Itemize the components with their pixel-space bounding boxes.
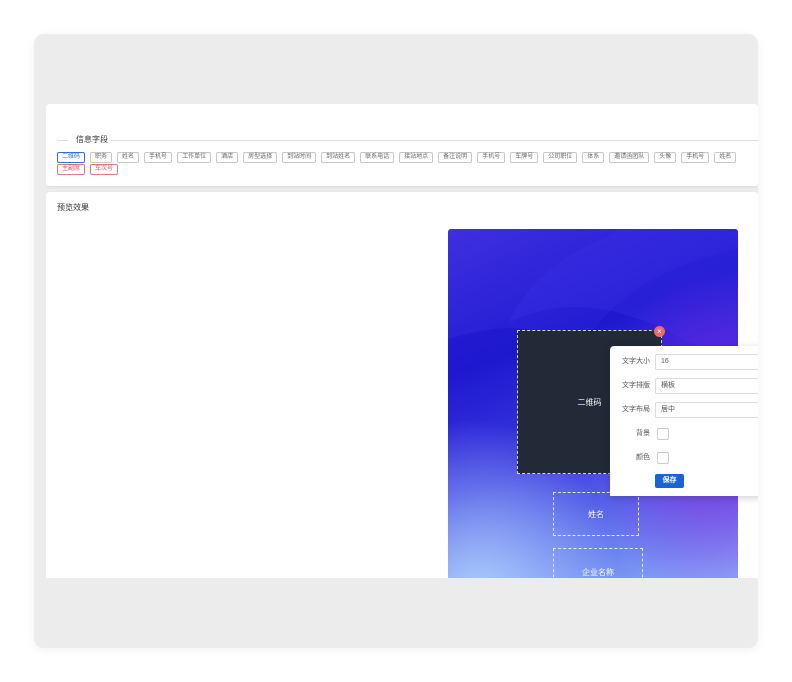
name-label: 姓名 bbox=[588, 510, 604, 519]
text-align-row: 文字布局 居中 bbox=[610, 402, 758, 418]
field-tag[interactable]: 二维码 bbox=[57, 152, 86, 163]
background-label: 背景 bbox=[636, 430, 650, 437]
text-layout-row: 文字排版 横板 bbox=[610, 378, 758, 394]
field-tag[interactable]: 备注说明 bbox=[438, 152, 473, 163]
element-settings-popup: 文字大小 16 文字排版 横板 文字布局 居中 背景 颜色 保存 bbox=[610, 346, 758, 496]
close-icon[interactable]: × bbox=[654, 326, 665, 337]
field-tag[interactable]: 体系 bbox=[582, 152, 605, 163]
field-tag[interactable]: 到站姓名 bbox=[321, 152, 356, 163]
fields-section-title: 信息字段 bbox=[46, 134, 758, 146]
company-element[interactable]: 企业名称 bbox=[553, 548, 643, 578]
field-tag[interactable]: 主副席 bbox=[57, 164, 86, 175]
color-row: 颜色 bbox=[610, 450, 758, 466]
font-size-label: 文字大小 bbox=[622, 358, 650, 365]
field-tag[interactable]: 手机号 bbox=[477, 152, 506, 163]
field-tag[interactable]: 酒店 bbox=[216, 152, 239, 163]
screen: 信息字段 二维码 职务 姓名 手机号 工作单位 酒店 房型选择 到站时间 到站姓名 联系电话 接站地… bbox=[46, 104, 758, 578]
window-frame: 信息字段 二维码 职务 姓名 手机号 工作单位 酒店 房型选择 到站时间 到站姓名 联系电话 接站地… bbox=[34, 34, 758, 648]
field-tag[interactable]: 头像 bbox=[654, 152, 677, 163]
color-label: 颜色 bbox=[636, 454, 650, 461]
fields-panel: 信息字段 二维码 职务 姓名 手机号 工作单位 酒店 房型选择 到站时间 到站姓名 联系电话 接站地… bbox=[46, 104, 758, 186]
field-tag[interactable]: 姓名 bbox=[117, 152, 140, 163]
field-tag[interactable]: 房型选择 bbox=[243, 152, 278, 163]
text-color-picker[interactable] bbox=[657, 452, 669, 464]
field-tag[interactable]: 手机号 bbox=[144, 152, 173, 163]
fields-title: 信息字段 bbox=[76, 135, 108, 144]
background-color-picker[interactable] bbox=[657, 428, 669, 440]
text-align-select[interactable]: 居中 bbox=[655, 402, 758, 418]
company-label: 企业名称 bbox=[582, 568, 614, 577]
save-button[interactable]: 保存 bbox=[655, 474, 684, 488]
field-tag[interactable]: 职务 bbox=[90, 152, 113, 163]
field-tag[interactable]: 车牌号 bbox=[510, 152, 539, 163]
background-row: 背景 bbox=[610, 426, 758, 442]
field-tags-row-2: 主副席 车次号 bbox=[57, 164, 123, 175]
field-tag[interactable]: 公司职位 bbox=[543, 152, 578, 163]
field-tag[interactable]: 车次号 bbox=[90, 164, 119, 175]
field-tag[interactable]: 姓名 bbox=[714, 152, 737, 163]
field-tag[interactable]: 邀请函团队 bbox=[609, 152, 650, 163]
field-tag[interactable]: 手机号 bbox=[681, 152, 710, 163]
font-size-input[interactable]: 16 bbox=[655, 354, 758, 370]
field-tag[interactable]: 接站地点 bbox=[399, 152, 434, 163]
text-layout-label: 文字排版 bbox=[622, 382, 650, 389]
field-tag[interactable]: 联系电话 bbox=[360, 152, 395, 163]
name-element[interactable]: 姓名 bbox=[553, 492, 639, 536]
text-layout-select[interactable]: 横板 bbox=[655, 378, 758, 394]
field-tags-row-1: 二维码 职务 姓名 手机号 工作单位 酒店 房型选择 到站时间 到站姓名 联系电话 接站地点 备注说明… bbox=[57, 152, 758, 163]
text-align-label: 文字布局 bbox=[622, 406, 650, 413]
font-size-row: 文字大小 16 bbox=[610, 354, 758, 370]
preview-title: 预览效果 bbox=[57, 203, 89, 212]
field-tag[interactable]: 到站时间 bbox=[282, 152, 317, 163]
divider bbox=[58, 140, 68, 141]
field-tag[interactable]: 工作单位 bbox=[177, 152, 212, 163]
divider bbox=[110, 140, 758, 141]
